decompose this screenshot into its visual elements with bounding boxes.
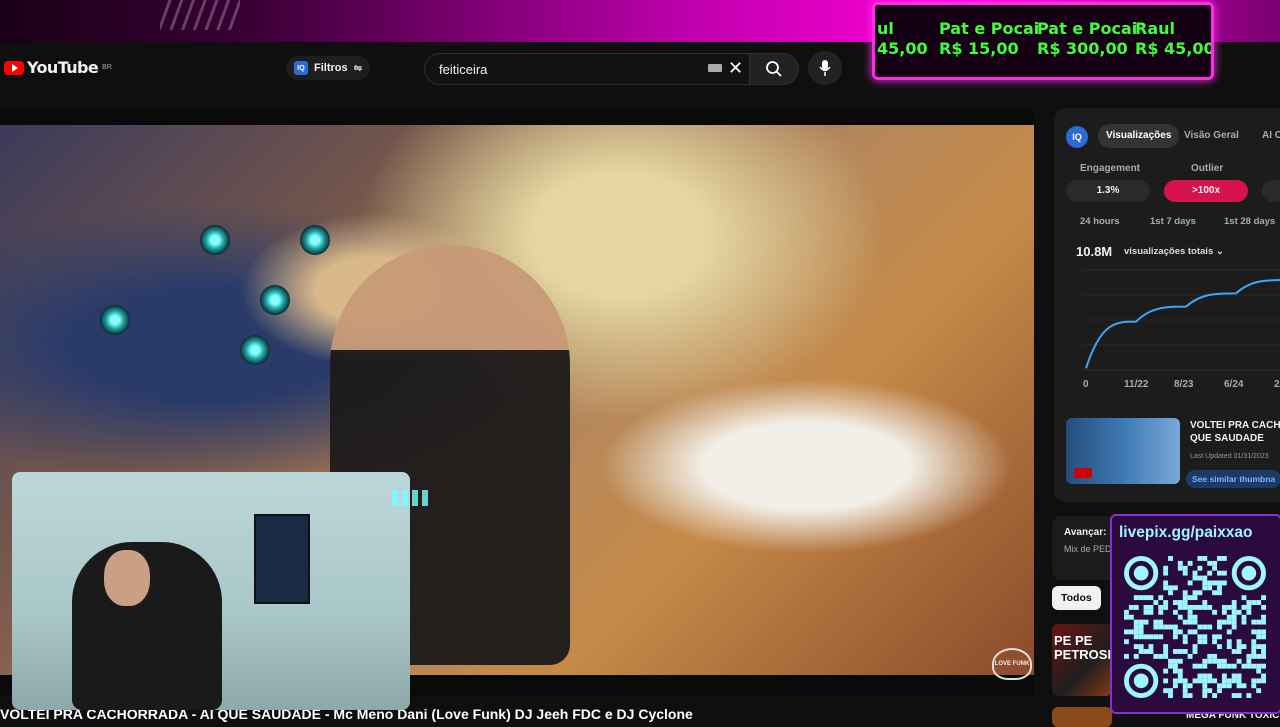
voice-search-button[interactable]: [808, 51, 842, 85]
speaker-light: [100, 305, 130, 335]
streamer-face: [104, 550, 150, 606]
filters-button[interactable]: IQ Filtros ⇋: [286, 56, 371, 80]
vidiq-logo-icon: IQ: [1066, 126, 1088, 148]
keyboard-icon[interactable]: [708, 64, 722, 72]
search-box: [424, 53, 750, 85]
chevron-down-icon: ⌄: [1215, 246, 1224, 257]
donation-amount: 45,00: [877, 39, 928, 58]
youtube-wordmark: YouTube: [27, 58, 99, 77]
search-button[interactable]: [749, 53, 799, 85]
donation-amount: R$ 45,00: [1135, 39, 1214, 58]
donation-item: Raul R$ 45,00: [1135, 19, 1214, 59]
range-24h[interactable]: 24 hours: [1080, 216, 1120, 227]
livepix-url: livepix.gg/paixxao: [1119, 524, 1253, 541]
chart-x-tick: 11/22: [1124, 379, 1149, 390]
up-next-title: Avançar:: [1064, 527, 1107, 538]
outlier-label: Outlier: [1191, 163, 1224, 174]
donation-amount: R$ 300,00: [1037, 39, 1128, 58]
engagement-label: Engagement: [1080, 163, 1141, 174]
channel-watermark: LOVE FUNK: [992, 648, 1032, 680]
video-thumbnail[interactable]: [1066, 418, 1180, 484]
thumbnail-title: VOLTEI PRA CACH AÍ QUE SAUDADE: [1190, 420, 1280, 444]
vidiq-panel: IQ Visualizações Visão Geral AI C Engage…: [1054, 108, 1280, 502]
qr-code-icon: [1124, 556, 1266, 698]
range-7d[interactable]: 1st 7 days: [1150, 216, 1196, 227]
sliders-icon: ⇋: [353, 62, 363, 74]
tab-visao-geral[interactable]: Visão Geral: [1176, 124, 1247, 148]
donor-name: Pat e Pocai: [939, 19, 1040, 38]
thumbnail-badge-icon: [1074, 468, 1092, 478]
up-next-subtitle: Mix de PED: [1064, 544, 1112, 554]
outlier-value: >100x: [1164, 180, 1248, 202]
donor-name: Pat e Pocai: [1037, 19, 1138, 38]
search-icon: [766, 61, 782, 77]
chip-todos[interactable]: Todos: [1052, 586, 1101, 610]
youtube-play-icon: [4, 60, 24, 75]
search-input[interactable]: [437, 60, 701, 78]
chart-x-tick: 6/24: [1224, 379, 1244, 390]
chart-x-tick: 0: [1083, 379, 1089, 390]
metric-pill: [1262, 180, 1280, 202]
webcam-frame-decoration: [392, 490, 430, 506]
region-code: BR: [102, 64, 112, 71]
similar-thumbnails-button[interactable]: See similar thumbna: [1186, 470, 1280, 488]
tab-visualizacoes[interactable]: Visualizações: [1098, 124, 1180, 148]
microphone-icon: [819, 60, 831, 76]
recommended-video-thumbnail[interactable]: [1052, 707, 1112, 727]
vidiq-icon: IQ: [294, 61, 308, 75]
donor-name: Raul: [1135, 19, 1175, 38]
donation-item: ul 45,00: [877, 19, 928, 59]
donor-name: ul: [877, 19, 894, 38]
donation-item: Pat e Pocai R$ 15,00: [939, 19, 1039, 59]
chart-x-tick: 8/23: [1174, 379, 1194, 390]
donation-ticker: ul 45,00 Pat e Pocai R$ 15,00 Pat e Poca…: [872, 2, 1214, 80]
last-updated: Last Updated 01/31/2023: [1190, 453, 1269, 460]
clear-search-icon[interactable]: ✕: [728, 58, 743, 79]
views-chart: [1082, 269, 1280, 371]
tab-ai[interactable]: AI C: [1254, 124, 1280, 148]
speaker-light: [240, 335, 270, 365]
recommended-video-thumbnail[interactable]: PE PE PETROSI: [1052, 624, 1112, 696]
range-28d[interactable]: 1st 28 days: [1224, 216, 1275, 227]
views-metric-dropdown[interactable]: visualizações totais ⌄: [1124, 246, 1224, 257]
livepix-overlay: livepix.gg/paixxao: [1110, 514, 1280, 714]
engagement-value: 1.3%: [1066, 180, 1150, 202]
speaker-light: [200, 225, 230, 255]
filters-label: Filtros: [314, 62, 348, 74]
youtube-logo[interactable]: YouTube BR: [4, 58, 112, 77]
views-total: 10.8M: [1076, 244, 1113, 259]
chart-x-tick: 2/25: [1274, 379, 1280, 390]
donation-amount: R$ 15,00: [939, 39, 1019, 58]
webcam-overlay: [12, 472, 410, 710]
views-line: [1085, 279, 1280, 369]
speaker-light: [260, 285, 290, 315]
views-metric-label: visualizações totais: [1124, 246, 1214, 257]
background-tv: [254, 514, 310, 604]
banner-decoration: [160, 0, 240, 30]
donation-item: Pat e Pocai R$ 300,00: [1037, 19, 1137, 59]
speaker-light: [300, 225, 330, 255]
